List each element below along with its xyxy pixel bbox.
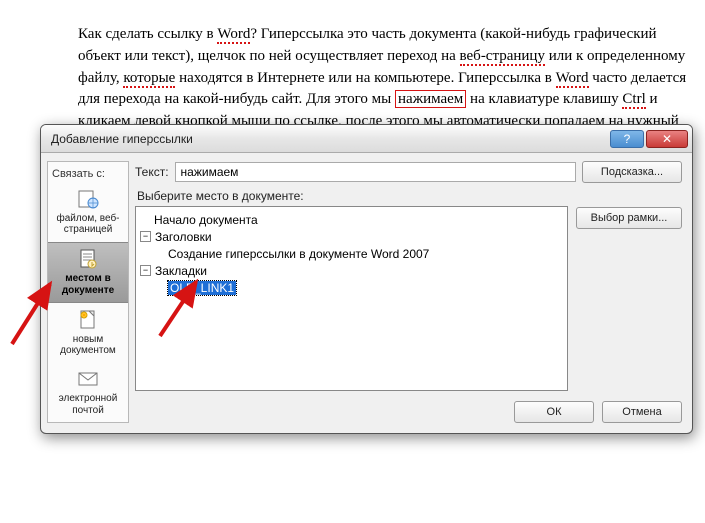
tree-node-bookmark-1[interactable]: OLE_LINK1 [168, 281, 236, 295]
close-button[interactable]: ✕ [646, 130, 688, 148]
tree-node-bookmarks[interactable]: Закладки [155, 264, 207, 278]
target-frame-button[interactable]: Выбор рамки... [576, 207, 682, 229]
ok-button[interactable]: ОК [514, 401, 594, 423]
hyperlink-dialog: Добавление гиперссылки ? ✕ Связать с: фа… [40, 124, 693, 434]
link-to-sidebar: Связать с: файлом, веб-страницей местом … [47, 161, 129, 423]
collapse-icon[interactable]: − [140, 231, 151, 242]
email-icon [76, 368, 100, 390]
place-in-doc-icon [76, 248, 100, 270]
display-text-input[interactable] [175, 162, 576, 182]
sidebar-item-newdoc[interactable]: новым документом [48, 303, 128, 363]
collapse-icon[interactable]: − [140, 265, 151, 276]
document-tree[interactable]: Начало документа − Заголовки Создание ги… [135, 206, 568, 391]
text-label: Текст: [135, 165, 169, 179]
dialog-titlebar[interactable]: Добавление гиперссылки ? ✕ [41, 125, 692, 153]
sidebar-item-email[interactable]: электронной почтой [48, 363, 128, 423]
close-icon: ✕ [662, 132, 672, 146]
sidebar-item-place[interactable]: местом в документе [48, 242, 128, 304]
tree-node-root[interactable]: Начало документа [154, 213, 258, 227]
highlighted-word: нажимаем [395, 90, 466, 108]
help-icon: ? [624, 132, 631, 146]
tree-node-heading-1[interactable]: Создание гиперссылки в документе Word 20… [168, 247, 429, 261]
word-link: Word [217, 26, 250, 44]
file-web-icon [76, 188, 100, 210]
screentip-button[interactable]: Подсказка... [582, 161, 682, 183]
web-text: веб-страницу [460, 48, 545, 66]
sidebar-item-file[interactable]: файлом, веб-страницей [48, 182, 128, 242]
tree-label: Выберите место в документе: [135, 189, 568, 203]
new-doc-icon [76, 309, 100, 331]
dialog-title: Добавление гиперссылки [51, 132, 608, 146]
help-button[interactable]: ? [610, 130, 644, 148]
sidebar-label: Связать с: [48, 162, 128, 182]
cancel-button[interactable]: Отмена [602, 401, 682, 423]
tree-node-headings[interactable]: Заголовки [155, 230, 212, 244]
